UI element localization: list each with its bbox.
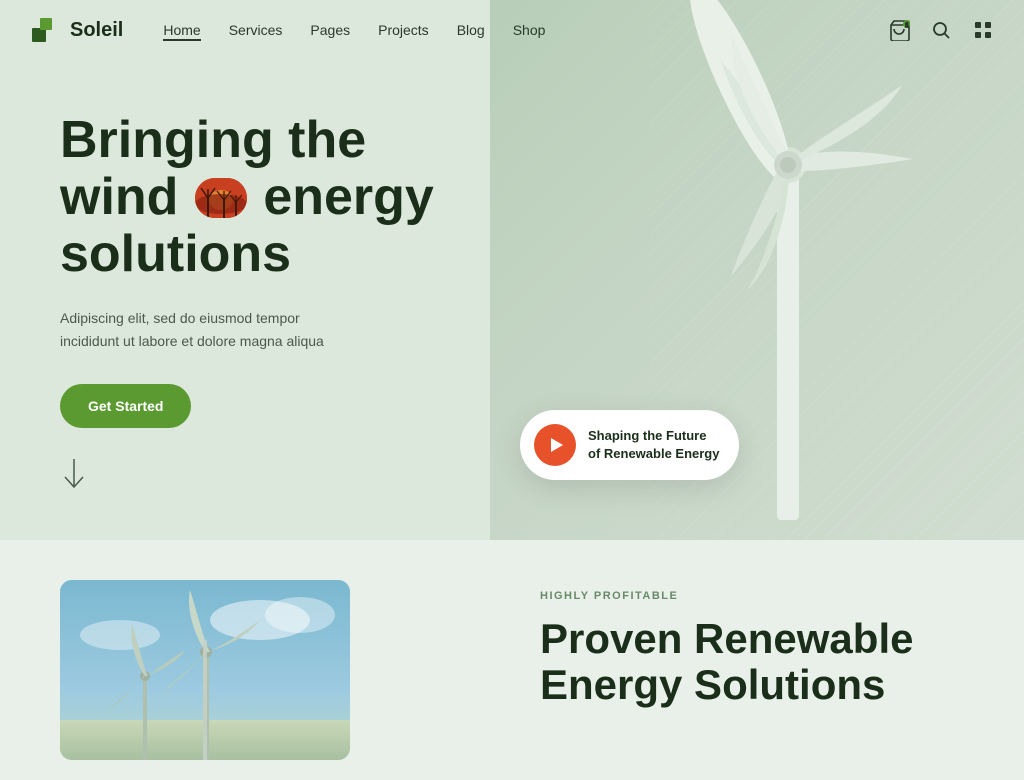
wind-thumbnail <box>195 178 247 218</box>
hero-title: Bringing the wind <box>60 112 440 284</box>
wind-thumbnail-inner <box>195 178 247 218</box>
nav-item-services[interactable]: Services <box>229 22 283 38</box>
hero-title-solutions: solutions <box>60 225 291 283</box>
hero-left-panel: Bringing the wind <box>0 0 490 540</box>
bottom-left <box>0 540 490 780</box>
logo[interactable]: Soleil <box>30 14 123 46</box>
hero-title-wind: wind <box>60 168 193 226</box>
play-button[interactable] <box>534 424 576 466</box>
nav-item-blog[interactable]: Blog <box>457 22 485 38</box>
bottom-right: HIGHLY PROFITABLE Proven Renewable Energ… <box>490 540 1024 728</box>
proven-title-line1: Proven Renewable <box>540 615 913 662</box>
search-icon[interactable] <box>930 19 952 41</box>
hero-title-energy: energy <box>263 168 434 226</box>
scroll-down-arrow[interactable] <box>60 457 88 500</box>
logo-text: Soleil <box>70 19 123 42</box>
get-started-button[interactable]: Get Started <box>60 384 191 428</box>
hero-subtitle: Adipiscing elit, sed do eiusmod tempor i… <box>60 307 360 352</box>
wind-farm-svg <box>60 580 350 760</box>
bottom-section: HIGHLY PROFITABLE Proven Renewable Energ… <box>0 540 1024 745</box>
wind-farm-image <box>60 580 350 760</box>
tag-label: HIGHLY PROFITABLE <box>540 590 984 602</box>
hero-title-line1: Bringing the <box>60 111 366 169</box>
nav-item-pages[interactable]: Pages <box>310 22 350 38</box>
proven-title-line2: Energy Solutions <box>540 661 885 708</box>
play-card-text: Shaping the Futureof Renewable Energy <box>588 427 719 463</box>
nav-item-home[interactable]: Home <box>163 22 200 38</box>
logo-icon <box>30 14 62 46</box>
header-actions: 1 <box>888 19 994 41</box>
cart-icon[interactable]: 1 <box>888 19 910 41</box>
main-nav: Home Services Pages Projects Blog Shop <box>163 22 888 38</box>
grid-icon[interactable] <box>972 19 994 41</box>
nav-item-shop[interactable]: Shop <box>513 22 546 38</box>
hero-right-panel: Shaping the Futureof Renewable Energy <box>490 0 1024 540</box>
nav-item-projects[interactable]: Projects <box>378 22 429 38</box>
hero-section: Bringing the wind <box>0 0 1024 540</box>
proven-title: Proven Renewable Energy Solutions <box>540 616 984 708</box>
play-card[interactable]: Shaping the Futureof Renewable Energy <box>520 410 739 480</box>
header: Soleil Home Services Pages Projects Blog… <box>0 0 1024 60</box>
